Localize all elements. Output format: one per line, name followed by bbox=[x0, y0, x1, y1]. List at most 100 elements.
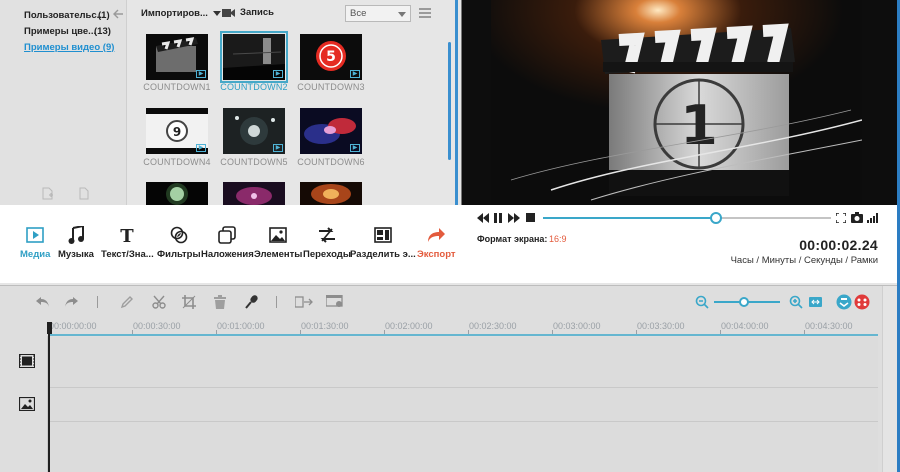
category-overlays[interactable]: Наложения bbox=[201, 225, 254, 260]
playback-progress-bar[interactable] bbox=[543, 212, 831, 224]
category-filters[interactable]: Фильтры bbox=[157, 225, 201, 260]
thumbnail-image bbox=[300, 182, 362, 205]
time-ruler[interactable]: 00:00:00:00 00:00:30:00 00:01:00:00 00:01:3… bbox=[48, 319, 878, 336]
trash-icon bbox=[214, 294, 226, 309]
pause-icon[interactable] bbox=[494, 213, 502, 223]
category-elements[interactable]: Элементы bbox=[254, 225, 302, 260]
media-thumbnail[interactable] bbox=[146, 182, 208, 205]
ruler-tick-label: 00:00:30:00 bbox=[133, 321, 181, 331]
microphone-icon bbox=[245, 294, 258, 309]
import-label: Импортиров... bbox=[141, 8, 208, 19]
empty-track-area[interactable] bbox=[48, 422, 878, 472]
category-transitions[interactable]: Переходы bbox=[303, 225, 351, 260]
ruler-tick bbox=[636, 330, 637, 334]
media-filter-select[interactable]: Все bbox=[345, 5, 411, 22]
media-scrollbar[interactable] bbox=[448, 42, 451, 160]
crop-button[interactable] bbox=[181, 294, 197, 309]
ruler-tick-label: 00:01:30:00 bbox=[301, 321, 349, 331]
import-dropdown[interactable]: Импортиров... bbox=[141, 8, 221, 19]
zoom-in-button[interactable] bbox=[788, 294, 804, 309]
library-item-count: (13) bbox=[94, 25, 111, 37]
library-panel: Пользовательс... (1) Примеры цве... (13)… bbox=[0, 0, 127, 205]
zoom-out-button[interactable] bbox=[694, 294, 710, 309]
aspect-ratio-value[interactable]: 16:9 bbox=[549, 234, 567, 244]
voiceover-button[interactable] bbox=[243, 294, 259, 309]
category-label: Элементы bbox=[254, 249, 303, 260]
delete-button[interactable] bbox=[212, 294, 228, 309]
fit-timeline-button[interactable] bbox=[807, 294, 823, 309]
zoom-slider[interactable] bbox=[714, 297, 780, 307]
library-item-colors[interactable]: Примеры цве... (13) bbox=[24, 24, 111, 38]
library-item-label: Пользовательс... bbox=[24, 9, 105, 21]
category-label: Переходы bbox=[303, 249, 351, 260]
svg-text:9: 9 bbox=[173, 125, 181, 139]
ruler-tick bbox=[216, 330, 217, 334]
video-preview: 1 bbox=[461, 0, 900, 205]
category-split-screen[interactable]: Разделить э... bbox=[350, 225, 416, 260]
svg-text:1: 1 bbox=[680, 94, 718, 157]
pencil-icon bbox=[120, 295, 133, 308]
category-label: Текст/Зна... bbox=[101, 249, 154, 260]
add-folder-icon[interactable] bbox=[42, 187, 54, 200]
media-thumbnail[interactable]: ▶ bbox=[223, 108, 285, 154]
rewind-icon[interactable] bbox=[477, 213, 489, 223]
volume-icon[interactable] bbox=[867, 213, 878, 223]
timeline-toolbar bbox=[0, 286, 882, 316]
zoom-slider-knob[interactable] bbox=[739, 297, 749, 307]
ruler-tick-label: 00:04:30:00 bbox=[805, 321, 853, 331]
media-thumbnail[interactable] bbox=[300, 182, 362, 205]
cut-button[interactable] bbox=[151, 294, 167, 309]
redo-button[interactable] bbox=[63, 294, 79, 309]
svg-text:5: 5 bbox=[326, 49, 336, 65]
library-item-custom[interactable]: Пользовательс... (1) bbox=[24, 8, 110, 22]
progress-knob[interactable] bbox=[709, 212, 722, 224]
ruler-tick-label: 00:01:00:00 bbox=[217, 321, 265, 331]
speed-settings-button[interactable] bbox=[325, 294, 345, 309]
thumbnail-label: COUNTDOWN6 bbox=[297, 157, 365, 167]
audio-mixer-button[interactable] bbox=[836, 294, 852, 309]
video-badge-icon: ▶ bbox=[350, 144, 360, 152]
export-button[interactable]: Экспорт bbox=[417, 225, 456, 260]
category-text[interactable]: T Текст/Зна... bbox=[101, 225, 154, 260]
media-thumbnail[interactable]: ▶ bbox=[300, 108, 362, 154]
menu-icon[interactable] bbox=[419, 8, 431, 18]
preview-frame: 1 bbox=[491, 0, 862, 205]
video-editor-window: Пользовательс... (1) Примеры цве... (13)… bbox=[0, 0, 900, 472]
media-thumbnail[interactable] bbox=[223, 182, 285, 205]
category-label: Разделить э... bbox=[350, 249, 416, 260]
category-media[interactable]: Медиа bbox=[20, 225, 50, 260]
fast-forward-icon[interactable] bbox=[508, 213, 520, 223]
media-thumbnail[interactable]: 9 ▶ bbox=[146, 108, 208, 154]
ruler-tick bbox=[552, 330, 553, 334]
back-arrow-icon[interactable] bbox=[113, 9, 124, 19]
stop-icon[interactable] bbox=[526, 213, 535, 222]
ruler-tick-label: 00:03:30:00 bbox=[637, 321, 685, 331]
snapshot-camera-icon[interactable] bbox=[851, 212, 863, 223]
media-thumbnail-selected[interactable]: ▶ bbox=[220, 31, 288, 83]
ruler-tick bbox=[300, 330, 301, 334]
detach-audio-button[interactable] bbox=[294, 294, 314, 309]
category-music[interactable]: Музыка bbox=[58, 225, 94, 260]
new-file-icon[interactable] bbox=[78, 187, 90, 200]
video-badge-icon: ▶ bbox=[350, 70, 360, 78]
zoom-out-icon bbox=[695, 295, 709, 309]
image-track[interactable] bbox=[48, 388, 878, 422]
undo-button[interactable] bbox=[34, 294, 50, 309]
overlays-icon bbox=[218, 226, 237, 244]
elements-icon bbox=[269, 227, 288, 243]
ruler-tick bbox=[384, 330, 385, 334]
media-thumbnail[interactable]: 5 ▶ bbox=[300, 34, 362, 80]
ruler-tick bbox=[132, 330, 133, 334]
aspect-ratio-label: Формат экрана: bbox=[477, 234, 548, 244]
video-track[interactable] bbox=[48, 337, 878, 388]
record-button[interactable]: Запись bbox=[222, 7, 274, 18]
media-thumbnail[interactable]: ▶ bbox=[146, 34, 208, 80]
detach-audio-icon bbox=[295, 295, 313, 308]
progress-fill bbox=[543, 217, 716, 219]
fullscreen-icon[interactable] bbox=[836, 213, 846, 223]
record-control-button[interactable] bbox=[854, 294, 870, 309]
edit-button[interactable] bbox=[119, 294, 135, 309]
library-item-video-samples[interactable]: Примеры видео (9) bbox=[24, 40, 114, 54]
record-label: Запись bbox=[240, 7, 274, 18]
playhead[interactable] bbox=[48, 324, 50, 472]
